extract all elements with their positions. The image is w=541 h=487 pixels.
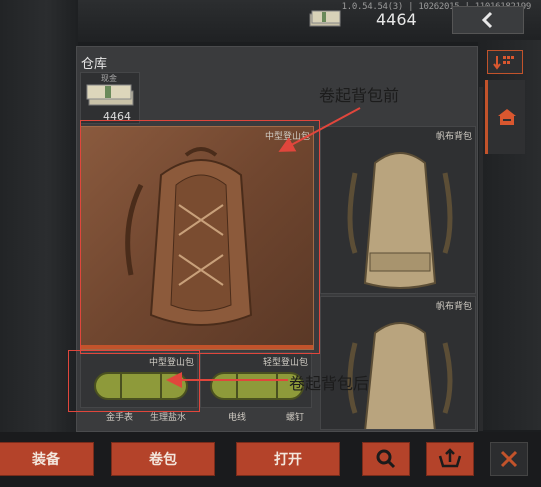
chevron-left-icon (481, 11, 493, 29)
item-label: 生理盐水 (150, 413, 187, 423)
cash-qty: 4464 (103, 110, 131, 123)
close-button[interactable] (490, 442, 528, 476)
cash-stack-icon (86, 84, 134, 106)
sort-down-icon (493, 56, 514, 70)
warehouse-title: 仓库 (81, 57, 108, 72)
close-icon (500, 450, 518, 468)
canvas-backpack-item[interactable]: 帆布背包 (320, 296, 476, 430)
search-icon (376, 449, 396, 469)
search-button[interactable] (362, 442, 410, 476)
rolled-bag-icon (94, 372, 188, 400)
rolled-medium-backpack-item[interactable]: 中型登山包 (80, 352, 198, 408)
cash-icon (309, 10, 341, 27)
open-button[interactable]: 打开 (236, 442, 340, 476)
money-count: 4464 (376, 10, 417, 29)
item-label: 金手表 (106, 413, 134, 423)
annotation-before: 卷起背包前 (319, 86, 400, 105)
item-label: 螺钉 (286, 413, 305, 423)
item-label: 电线 (228, 413, 247, 423)
item-label: 轻型登山包 (262, 358, 308, 368)
storage-tab[interactable] (485, 80, 525, 154)
roll-bag-button[interactable]: 卷包 (111, 442, 215, 476)
left-background (0, 0, 78, 487)
item-label: 中型登山包 (264, 132, 310, 142)
item-label: 中型登山包 (148, 358, 194, 368)
sell-button[interactable] (426, 442, 474, 476)
canvas-backpack-icon (347, 152, 453, 289)
canvas-backpack-item[interactable]: 帆布背包 (320, 126, 476, 294)
medium-backpack-item[interactable]: 中型登山包 (80, 126, 314, 350)
item-label: 帆布背包 (435, 302, 472, 312)
item-progress-bar (81, 345, 313, 349)
back-button[interactable] (452, 6, 524, 34)
equip-button[interactable]: 装备 (0, 442, 94, 476)
cash-item[interactable]: 现金 4464 (80, 72, 140, 124)
house-icon (497, 109, 516, 125)
sort-button[interactable] (487, 50, 523, 74)
annotation-after: 卷起背包后 (289, 374, 370, 393)
item-label: 帆布背包 (435, 132, 472, 142)
backpack-icon (125, 147, 253, 326)
sell-icon (438, 448, 462, 468)
scrollbar[interactable] (479, 87, 483, 431)
